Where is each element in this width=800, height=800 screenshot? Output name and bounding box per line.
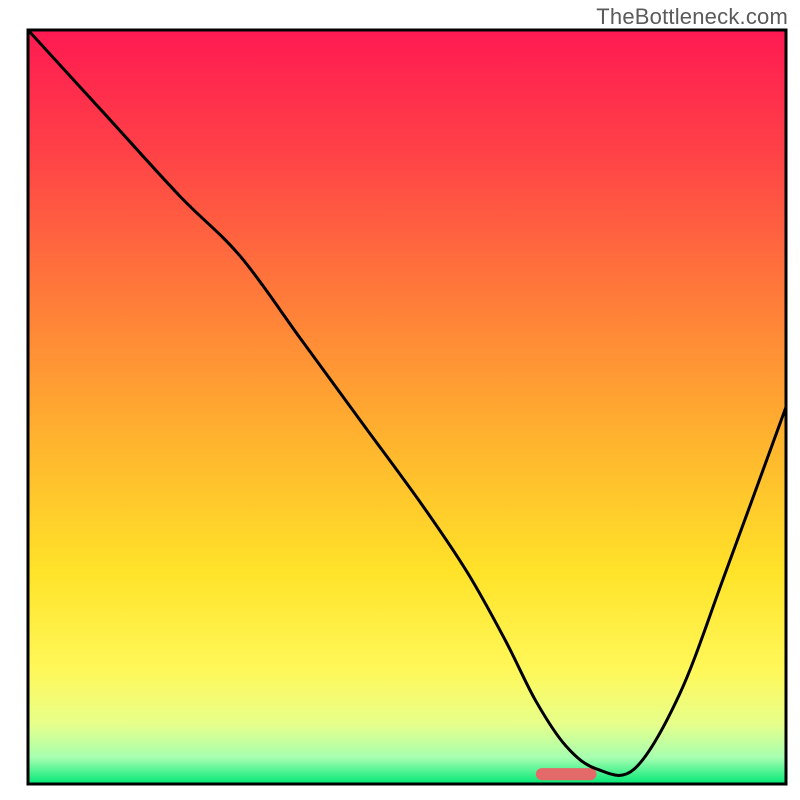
bottleneck-chart <box>0 0 800 800</box>
watermark-text: TheBottleneck.com <box>596 4 788 30</box>
gradient-background <box>28 30 786 784</box>
chart-container: { "watermark": "TheBottleneck.com", "cha… <box>0 0 800 800</box>
optimal-zone-marker <box>536 768 597 780</box>
